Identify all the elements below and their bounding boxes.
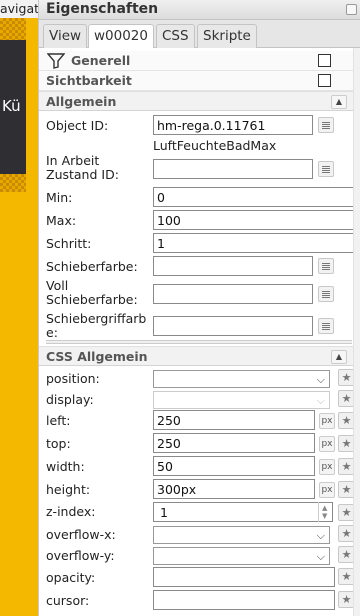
grid-icon[interactable]: [318, 161, 334, 177]
checker-pattern: [0, 18, 26, 40]
panel-title: Eigenschaften: [46, 1, 159, 17]
z-index-spinner[interactable]: ▲ ▼: [318, 502, 332, 522]
overflow-y-label: overflow-y:: [46, 548, 115, 563]
schiebergriff-field[interactable]: [153, 316, 313, 336]
schritt-field[interactable]: [153, 233, 360, 253]
tab-widget[interactable]: w00020: [88, 24, 154, 49]
spin-down-icon[interactable]: ▼: [322, 512, 327, 520]
grid-icon[interactable]: [318, 286, 334, 302]
schiebergriff-label: Schiebergriffarbe:: [46, 311, 147, 340]
max-label: Max:: [46, 213, 77, 228]
nav-label: avigat: [0, 1, 38, 16]
min-field[interactable]: [153, 187, 360, 207]
grid-icon[interactable]: [318, 117, 334, 133]
left-label: left:: [46, 413, 71, 428]
chevron-down-icon: ⌵: [316, 394, 325, 407]
max-field[interactable]: [153, 210, 360, 230]
grid-icon[interactable]: [318, 258, 334, 274]
schritt-label: Schritt:: [46, 236, 92, 251]
position-select[interactable]: ⌵: [153, 370, 330, 388]
cursor-label: cursor:: [46, 593, 90, 608]
chevron-up-icon[interactable]: ▲: [331, 95, 347, 109]
min-label: Min:: [46, 190, 73, 205]
dark-widget-label: Kü: [2, 97, 21, 115]
section-label: Allgemein: [46, 94, 117, 109]
display-label: display:: [46, 392, 94, 407]
spin-up-icon[interactable]: ▲: [322, 504, 327, 512]
chevron-up-icon[interactable]: ▲: [331, 350, 347, 364]
height-field[interactable]: [153, 479, 315, 499]
group-label: Sichtbarkeit: [46, 73, 132, 88]
dark-widget: Kü: [0, 40, 26, 174]
section-allgemein[interactable]: Allgemein ▲: [39, 91, 353, 111]
nav-strip: avigat: [0, 0, 38, 18]
scrollbar[interactable]: [353, 48, 360, 616]
panel-toggle-button[interactable]: [346, 4, 357, 15]
group-label: Generell: [71, 53, 131, 68]
object-id-label: Object ID:: [46, 118, 109, 133]
object-id-field[interactable]: [153, 115, 313, 135]
display-select[interactable]: ⌵: [153, 391, 330, 409]
properties-content: Generell Sichtbarkeit Allgemein ▲ Object…: [39, 48, 360, 616]
schieberfarbe-field[interactable]: [153, 256, 313, 276]
selected-widget-bar[interactable]: [26, 18, 38, 616]
width-label: width:: [46, 459, 85, 474]
position-label: position:: [46, 371, 100, 386]
section-css-allgemein[interactable]: CSS Allgemein ▲: [39, 346, 353, 366]
group-generell[interactable]: Generell: [39, 51, 353, 71]
sichtbarkeit-checkbox[interactable]: [318, 74, 331, 87]
in-arbeit-field[interactable]: [153, 159, 313, 179]
unit-px[interactable]: px: [319, 482, 335, 498]
voll-schieberfarbe-field[interactable]: [153, 284, 313, 304]
cursor-field[interactable]: [153, 590, 335, 610]
top-label: top:: [46, 436, 71, 451]
tab-bar: View w00020 CSS Skripte: [39, 20, 360, 49]
unit-px[interactable]: px: [319, 436, 335, 452]
background-workspace: avigat Kü: [0, 0, 38, 616]
overflow-x-label: overflow-x:: [46, 527, 116, 542]
schieberfarbe-label: Schieberfarbe:: [46, 259, 138, 274]
left-field[interactable]: [153, 410, 315, 430]
width-field[interactable]: [153, 456, 315, 476]
section-label: CSS Allgemein: [46, 349, 148, 364]
grid-icon[interactable]: [318, 318, 334, 334]
filter-icon[interactable]: [47, 53, 65, 69]
chevron-down-icon: ⌵: [316, 529, 325, 542]
z-index-label: z-index:: [46, 504, 96, 519]
tab-skripte[interactable]: Skripte: [197, 24, 257, 48]
splitter[interactable]: [46, 340, 352, 344]
opacity-field[interactable]: [153, 567, 335, 587]
object-id-name: LuftFeuchteBadMax: [153, 138, 277, 153]
overflow-x-select[interactable]: ⌵: [153, 526, 330, 544]
tab-view[interactable]: View: [43, 24, 88, 48]
top-field[interactable]: [153, 433, 315, 453]
voll-schieberfarbe-label: Voll Schieberfarbe:: [46, 278, 138, 307]
tab-css[interactable]: CSS: [156, 24, 195, 48]
unit-px[interactable]: px: [319, 459, 335, 475]
unit-px[interactable]: px: [319, 413, 335, 429]
opacity-label: opacity:: [46, 570, 96, 585]
panel-title-bar: Eigenschaften: [39, 0, 360, 20]
chevron-down-icon: ⌵: [316, 373, 325, 386]
height-label: height:: [46, 482, 91, 497]
chevron-down-icon: ⌵: [316, 550, 325, 563]
generell-checkbox[interactable]: [318, 54, 331, 67]
properties-panel: Eigenschaften View w00020 CSS Skripte Ge…: [38, 0, 360, 616]
group-sichtbarkeit[interactable]: Sichtbarkeit: [39, 71, 353, 91]
checker-pattern: [0, 174, 26, 192]
z-index-field[interactable]: [153, 502, 333, 522]
in-arbeit-label: In Arbeit Zustand ID:: [46, 153, 119, 182]
overflow-y-select[interactable]: ⌵: [153, 547, 330, 565]
